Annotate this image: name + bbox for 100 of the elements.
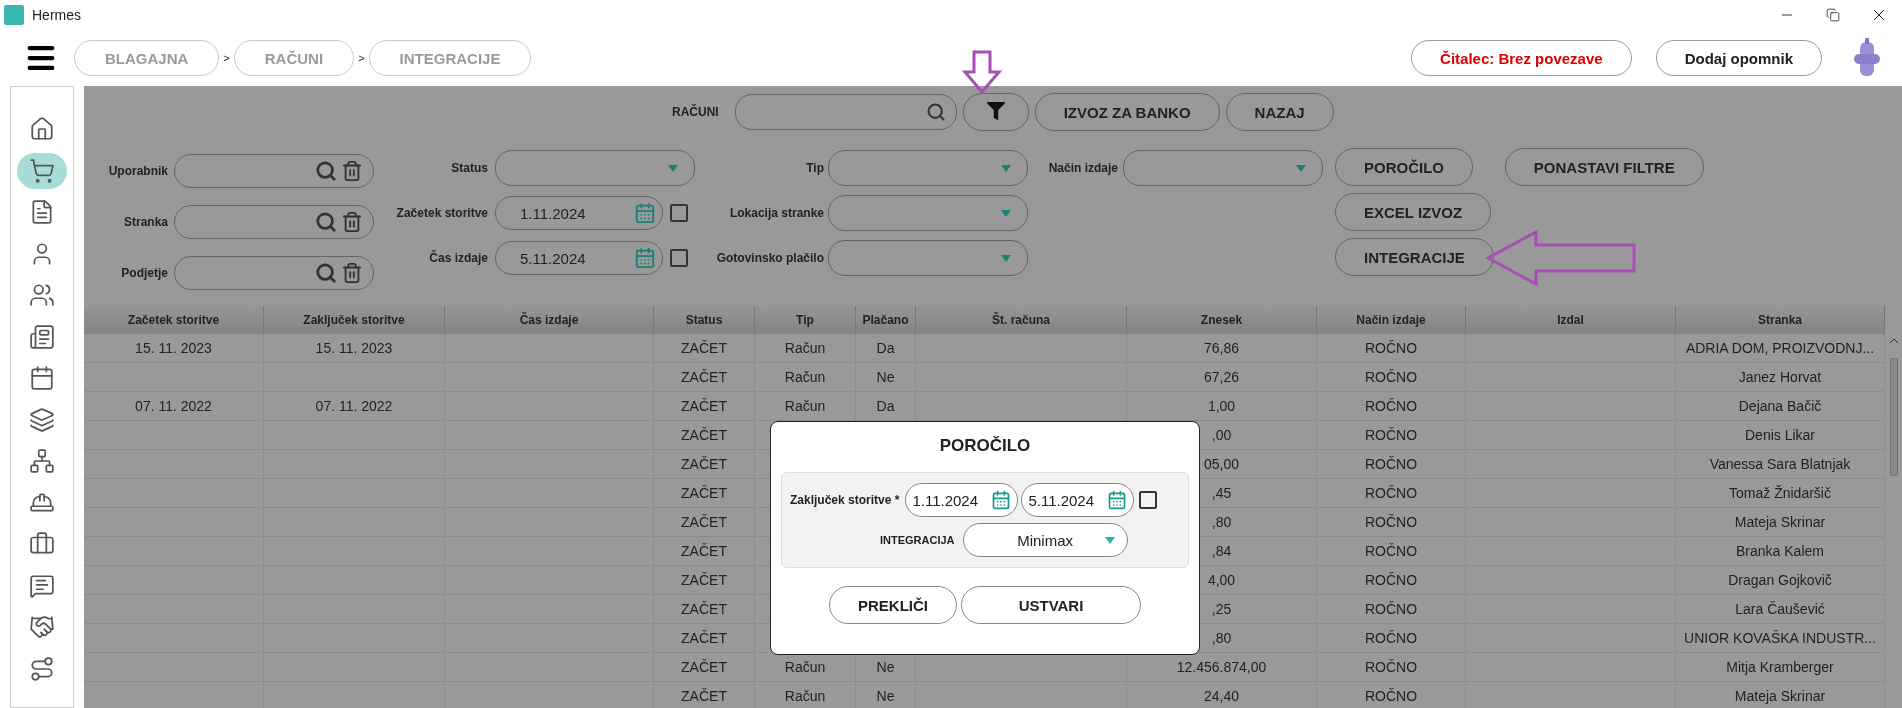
column-header[interactable]: Čas izdaje [445, 306, 654, 334]
caret-icon [668, 164, 678, 172]
column-header[interactable]: Št. računa [916, 306, 1127, 334]
table-cell: ZAČET [681, 340, 727, 356]
message-icon[interactable] [29, 572, 55, 599]
field-label: Tip [805, 161, 824, 175]
column-header[interactable]: Tip [755, 306, 856, 334]
table-cell: ROČNO [1364, 398, 1418, 414]
table-cell: Lara Čaušević [1735, 601, 1825, 617]
app-logo [4, 5, 24, 25]
table-cell: 12.456.874,00 [1176, 659, 1267, 675]
field-label: Način izdaje [1047, 161, 1118, 175]
home-icon[interactable] [29, 116, 55, 142]
column-header[interactable]: Izdal [1466, 306, 1676, 334]
create-button[interactable]: USTVARI [961, 586, 1141, 624]
breadcrumb[interactable]: INTEGRACIJE [368, 40, 532, 76]
trash-icon[interactable] [341, 211, 363, 233]
search-icon[interactable] [315, 211, 337, 233]
table-cell: ROČNO [1364, 456, 1418, 472]
checkbox[interactable] [670, 204, 688, 222]
column-header[interactable]: Zaključek storitve [264, 306, 445, 334]
table-cell: ROČNO [1364, 688, 1418, 704]
window-title: Hermes [32, 7, 81, 23]
table-cell: Račun [784, 398, 826, 414]
table-cell: ZAČET [681, 369, 727, 385]
reminder-button[interactable]: Dodaj opomnik [1655, 40, 1822, 76]
caret-icon [1001, 209, 1011, 217]
table-cell: ,25 [1211, 601, 1232, 617]
table-cell: Mitja Kramberger [1726, 659, 1834, 675]
column-header[interactable]: Stranka [1676, 306, 1885, 334]
newspaper-icon[interactable] [29, 323, 55, 350]
table-cell: 4,00 [1207, 572, 1236, 588]
annotation-arrow [962, 50, 1002, 94]
scroll-up-icon[interactable] [1888, 338, 1899, 344]
table-cell: ZAČET [681, 427, 727, 443]
briefcase-icon[interactable] [29, 531, 55, 557]
search-field[interactable] [734, 94, 957, 130]
robot-icon [1852, 38, 1882, 78]
table-cell: ZAČET [681, 543, 727, 559]
column-header[interactable]: Plačano [856, 306, 916, 334]
column-header[interactable]: Znesek [1127, 306, 1317, 334]
checkbox[interactable] [670, 249, 688, 267]
table-cell: ROČNO [1364, 369, 1418, 385]
reader-status-button[interactable]: Čitalec: Brez povezave [1411, 40, 1632, 76]
caret-icon [1001, 164, 1011, 172]
document-icon[interactable] [29, 199, 55, 225]
filter-icon[interactable] [986, 101, 1005, 120]
cancel-button[interactable]: PREKLIČI [829, 586, 957, 624]
field-label: Stranka [122, 215, 168, 229]
table-cell: ,45 [1211, 485, 1232, 501]
trash-icon[interactable] [341, 262, 363, 284]
column-header[interactable]: Začetek storitve [84, 306, 264, 334]
caret-icon [1296, 164, 1306, 172]
search-icon[interactable] [315, 160, 337, 182]
table-cell: Denis Likar [1745, 427, 1815, 443]
field-label: Gotovinsko plačilo [715, 251, 824, 265]
table-cell: ZAČET [681, 688, 727, 704]
people-icon[interactable] [29, 282, 55, 308]
network-icon[interactable] [29, 448, 55, 474]
table-cell: ZAČET [681, 659, 727, 675]
search-icon[interactable] [315, 262, 337, 284]
restore-icon[interactable] [1826, 8, 1840, 22]
caret-icon [1104, 537, 1115, 544]
table-cell: 15. 11. 2023 [315, 340, 393, 356]
table-cell: ADRIA DOM, PROIZVODNJ... [1685, 340, 1875, 356]
trash-icon[interactable] [341, 160, 363, 182]
sidebar-item[interactable] [17, 152, 67, 189]
caret-icon [1001, 254, 1011, 262]
breadcrumb[interactable]: RAČUNI [233, 40, 355, 76]
table-cell: 07. 11. 2022 [135, 398, 212, 414]
route-icon[interactable] [29, 655, 55, 682]
integration-dropdown[interactable]: Minimax [962, 523, 1128, 557]
table-cell: ZAČET [681, 514, 727, 530]
table-cell: Da [876, 340, 895, 356]
table-cell: 07. 11. 2022 [315, 398, 393, 414]
table-cell: 76,86 [1203, 340, 1239, 356]
table-cell: Ne [876, 688, 895, 704]
layers-icon[interactable] [29, 406, 55, 433]
dialog-title: POROČILO [939, 436, 1031, 456]
handshake-icon[interactable] [29, 614, 55, 640]
table-cell: UNIOR KOVAŠKA INDUSTR... [1684, 630, 1876, 646]
table-cell: ROČNO [1364, 572, 1418, 588]
search-icon [925, 102, 946, 122]
cart-icon[interactable] [29, 157, 55, 184]
date-field[interactable]: 5.11.2024 [1021, 483, 1135, 517]
calendar-icon[interactable] [991, 490, 1012, 510]
scrollbar-thumb[interactable] [1889, 358, 1898, 476]
date-field[interactable]: 1.11.2024 [905, 483, 1019, 517]
breadcrumb-separator: > [358, 52, 365, 64]
column-header[interactable]: Status [654, 306, 755, 334]
column-header[interactable]: Način izdaje [1317, 306, 1466, 334]
table-cell: ROČNO [1364, 601, 1418, 617]
checkbox[interactable] [1139, 491, 1158, 509]
table-cell: ROČNO [1364, 340, 1418, 356]
calendar-icon[interactable] [1107, 490, 1128, 510]
calendar-icon[interactable] [29, 365, 55, 391]
breadcrumb[interactable]: BLAGAJNA [74, 40, 220, 76]
breadcrumb-separator: > [223, 52, 230, 64]
table-cell: Mateja Skrinar [1734, 514, 1826, 530]
table-cell: ROČNO [1364, 659, 1418, 675]
